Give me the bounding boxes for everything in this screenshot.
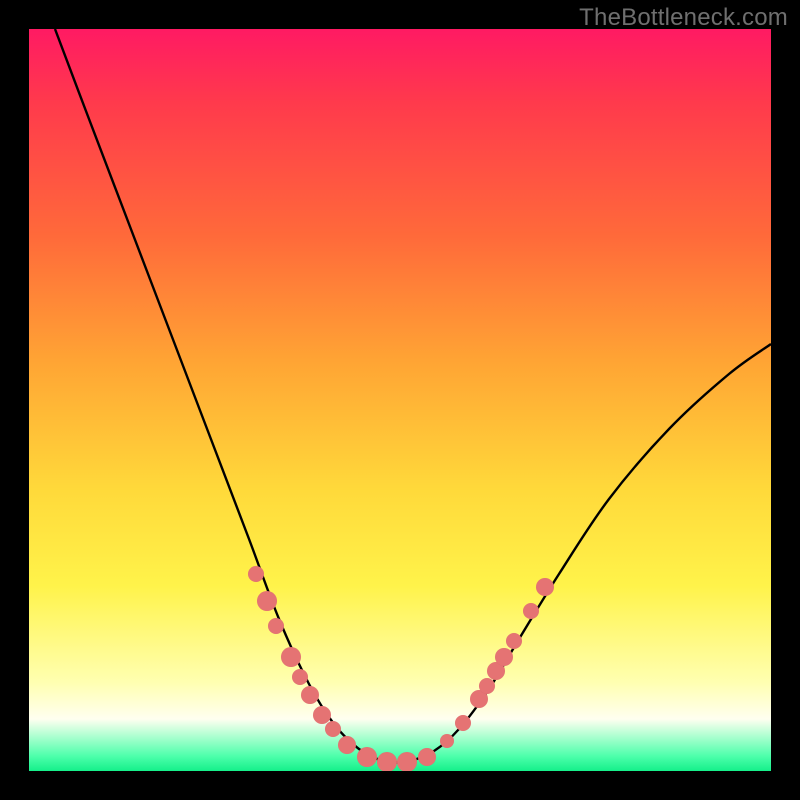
curve-svg <box>29 29 771 771</box>
bottleneck-curve <box>55 29 771 762</box>
data-marker <box>281 647 301 667</box>
data-marker <box>479 678 495 694</box>
data-marker <box>248 566 264 582</box>
data-marker <box>523 603 539 619</box>
data-marker <box>268 618 284 634</box>
data-marker <box>338 736 356 754</box>
data-marker <box>257 591 277 611</box>
data-marker <box>440 734 454 748</box>
data-marker <box>397 752 417 771</box>
data-marker <box>506 633 522 649</box>
data-markers <box>248 566 554 771</box>
data-marker <box>495 648 513 666</box>
chart-frame: TheBottleneck.com <box>0 0 800 800</box>
data-marker <box>377 752 397 771</box>
data-marker <box>301 686 319 704</box>
data-marker <box>292 669 308 685</box>
data-marker <box>455 715 471 731</box>
data-marker <box>536 578 554 596</box>
data-marker <box>313 706 331 724</box>
data-marker <box>357 747 377 767</box>
watermark-text: TheBottleneck.com <box>579 4 788 32</box>
data-marker <box>325 721 341 737</box>
data-marker <box>418 748 436 766</box>
plot-area <box>29 29 771 771</box>
